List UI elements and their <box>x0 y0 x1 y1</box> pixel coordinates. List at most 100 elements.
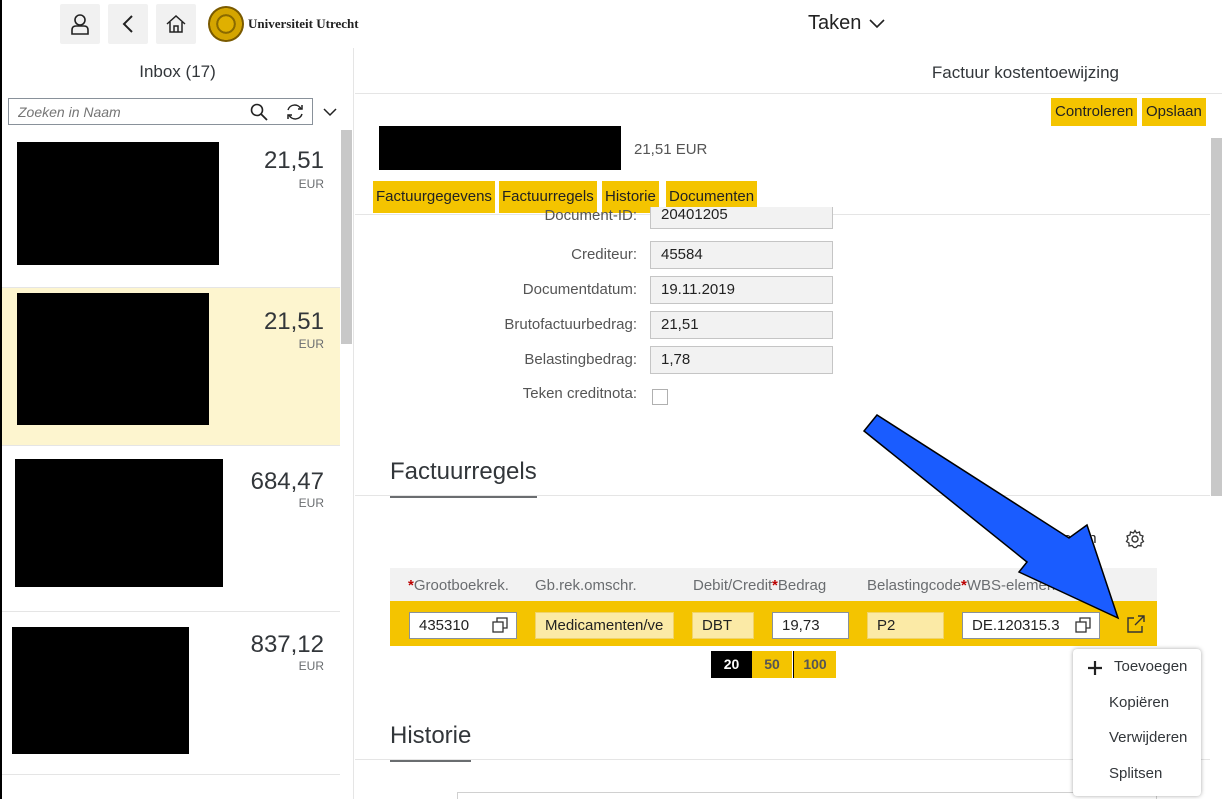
save-button[interactable]: Opslaan <box>1142 98 1206 126</box>
section-title-factuurregels: Factuurregels <box>390 458 537 498</box>
history-table <box>457 792 1157 799</box>
debit-credit-field: DBT <box>692 612 754 639</box>
form-row-bruto: Brutofactuurbedrag: 21,51 <box>355 311 835 339</box>
gross-amount-field[interactable]: 21,51 <box>650 311 833 339</box>
inbox-title: Inbox (17) <box>139 62 216 81</box>
search-button[interactable] <box>249 102 269 122</box>
user-icon <box>71 14 89 35</box>
inbox-list: 21,51 EUR 21,51 EUR 684,47 EUR 837,12 EU… <box>2 130 340 775</box>
amount-input[interactable]: 19,73 <box>772 612 849 639</box>
menu-item-copy[interactable]: Kopiëren <box>1109 694 1169 711</box>
plus-icon <box>1088 661 1102 675</box>
item-currency: EUR <box>298 337 324 351</box>
redacted-block <box>15 459 223 587</box>
list-item-selected[interactable]: 21,51 EUR <box>2 288 340 446</box>
item-amount: 837,12 <box>250 631 324 658</box>
field-label: Brutofactuurbedrag: <box>504 316 637 333</box>
detail-panel: Factuur kostentoewijzing Controleren Ops… <box>355 48 1222 799</box>
home-button[interactable] <box>156 4 196 44</box>
table-row: 435310 Medicamenten/ve DBT 19,73 P2 DE.1… <box>390 601 1157 646</box>
redacted-block <box>17 142 219 265</box>
redacted-block <box>379 126 621 170</box>
item-currency: EUR <box>298 496 324 510</box>
gl-account-input[interactable]: 435310 <box>409 612 517 639</box>
field-label: Document-ID: <box>544 207 637 224</box>
menu-item-add[interactable]: Toevoegen <box>1114 658 1187 675</box>
detail-title: Factuur kostentoewijzing <box>931 63 1119 82</box>
column-header: *WBS-element <box>961 577 1060 594</box>
column-header: Debit/Credit <box>693 577 773 594</box>
menu-item-delete[interactable]: Verwijderen <box>1109 729 1187 746</box>
section-divider <box>355 495 1210 496</box>
document-id-field[interactable]: 20401205 <box>650 207 833 229</box>
wbs-input[interactable]: DE.120315.3 <box>962 612 1100 639</box>
column-header: *Grootboekrek. <box>408 577 509 594</box>
item-currency: EUR <box>298 177 324 191</box>
user-button[interactable] <box>60 4 100 44</box>
back-button[interactable] <box>108 4 148 44</box>
section-title-historie: Historie <box>390 722 472 762</box>
back-icon <box>122 15 133 33</box>
app-title: Taken <box>808 12 862 34</box>
chevron-down-icon <box>869 18 885 28</box>
refresh-icon <box>287 104 303 120</box>
check-button[interactable]: Controleren <box>1051 98 1138 126</box>
column-header: Gb.rek.omschr. <box>535 577 637 594</box>
value-help-icon[interactable] <box>1075 617 1091 633</box>
form-row-crediteur: Crediteur: 45584 <box>355 241 835 269</box>
add-row-link[interactable]: evoegen <box>1039 530 1097 547</box>
item-currency: EUR <box>298 659 324 673</box>
master-panel: Inbox (17) 21,51 EUR 21,51 EUR 684,47 EU… <box>2 48 354 799</box>
search-field[interactable] <box>8 98 313 125</box>
field-label: Belastingbedrag: <box>524 351 637 368</box>
detail-scrollbar[interactable] <box>1211 138 1222 496</box>
field-label: Teken creditnota: <box>522 385 637 402</box>
menu-item-split[interactable]: Splitsen <box>1109 765 1162 782</box>
detail-header: Factuur kostentoewijzing <box>355 48 1222 94</box>
logo-text: Universiteit Utrecht <box>248 16 359 31</box>
form-row-belasting: Belastingbedrag: 1,78 <box>355 346 835 374</box>
credit-note-checkbox[interactable] <box>652 389 668 405</box>
page-size-50[interactable]: 50 <box>752 651 792 678</box>
chevron-down-icon <box>323 107 337 116</box>
table-header: *Grootboekrek. Gb.rek.omschr. Debit/Cred… <box>390 568 1157 601</box>
list-scrollbar[interactable] <box>341 130 352 344</box>
table-settings-button[interactable] <box>1125 529 1145 549</box>
tax-code-field: P2 <box>867 612 944 639</box>
list-item[interactable]: 837,12 EUR <box>2 612 340 775</box>
item-amount: 21,51 <box>263 147 324 174</box>
university-logo: Universiteit Utrecht <box>208 6 359 42</box>
list-item[interactable]: 684,47 EUR <box>2 446 340 612</box>
form-row-creditnota: Teken creditnota: <box>355 382 835 410</box>
seal-icon <box>208 6 244 42</box>
list-item[interactable]: 21,51 EUR <box>2 130 340 288</box>
creditor-field[interactable]: 45584 <box>650 241 833 269</box>
value-help-icon[interactable] <box>492 617 508 633</box>
column-header: *Bedrag <box>772 577 827 594</box>
refresh-button[interactable] <box>285 102 305 122</box>
row-action-menu: Toevoegen Kopiëren Verwijderen Splitsen <box>1073 649 1201 796</box>
search-icon <box>250 103 268 121</box>
page-size-100[interactable]: 100 <box>793 651 836 678</box>
gl-description-field: Medicamenten/ve <box>535 612 674 639</box>
home-icon <box>166 14 186 33</box>
row-actions-icon[interactable] <box>1126 614 1146 634</box>
tax-amount-field[interactable]: 1,78 <box>650 346 833 374</box>
field-label: Documentdatum: <box>522 281 637 298</box>
redacted-block <box>17 293 209 425</box>
document-date-field[interactable]: 19.11.2019 <box>650 276 833 304</box>
app-title-menu[interactable]: Taken <box>808 12 885 35</box>
shell-bar: Universiteit Utrecht Taken <box>2 0 1222 48</box>
item-amount: 21,51 <box>263 308 324 335</box>
form-row-documentdatum: Documentdatum: 19.11.2019 <box>355 276 835 304</box>
item-amount: 684,47 <box>250 468 324 495</box>
gear-icon <box>1125 529 1145 549</box>
collapse-button[interactable] <box>320 102 340 122</box>
redacted-block <box>12 627 189 754</box>
header-amount: 21,51 EUR <box>634 141 708 158</box>
column-header: Belastingcode <box>867 577 962 594</box>
page-size-20[interactable]: 20 <box>711 651 752 678</box>
field-label: Crediteur: <box>571 246 637 263</box>
form-row-document-id: Document-ID: 20401205 <box>355 207 835 234</box>
search-input[interactable] <box>9 99 244 124</box>
